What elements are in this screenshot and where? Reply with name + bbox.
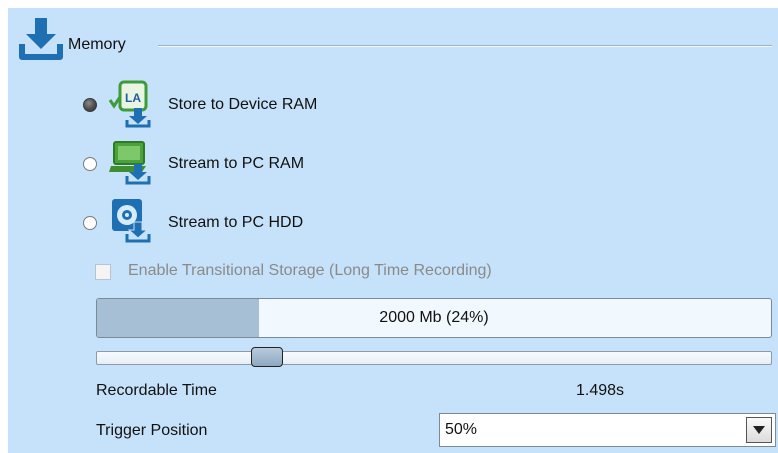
memory-slider-thumb[interactable] — [250, 347, 283, 367]
recordable-time-label: Recordable Time — [96, 382, 217, 399]
section-divider — [158, 45, 772, 47]
memory-panel: Memory LA Store to Device RAM Stream to … — [8, 8, 778, 453]
la-badge-text: LA — [125, 91, 141, 105]
transitional-storage-checkbox[interactable] — [95, 264, 111, 280]
memory-usage-bar: 2000 Mb (24%) — [96, 298, 772, 338]
dropdown-button[interactable] — [746, 417, 772, 443]
radio-store-device-ram[interactable] — [83, 98, 97, 112]
pc-hdd-download-icon — [108, 196, 152, 244]
recordable-time-value: 1.498s — [576, 382, 625, 399]
trigger-position-select[interactable]: 50% — [439, 413, 776, 447]
device-ram-download-icon: LA — [108, 78, 152, 128]
option-label-stream-pc-ram[interactable]: Stream to PC RAM — [168, 155, 304, 173]
pc-ram-download-icon — [108, 138, 152, 186]
section-title: Memory — [68, 36, 126, 53]
option-label-stream-pc-hdd[interactable]: Stream to PC HDD — [168, 214, 303, 232]
radio-stream-pc-hdd[interactable] — [83, 216, 97, 230]
trigger-position-label: Trigger Position — [96, 422, 208, 439]
memory-usage-text: 2000 Mb (24%) — [379, 309, 489, 326]
memory-slider-track[interactable] — [96, 351, 772, 365]
transitional-storage-label: Enable Transitional Storage (Long Time R… — [128, 262, 492, 279]
option-label-store-device-ram[interactable]: Store to Device RAM — [168, 96, 317, 114]
download-icon — [16, 14, 66, 64]
radio-stream-pc-ram[interactable] — [83, 157, 97, 171]
trigger-position-value: 50% — [445, 421, 478, 438]
chevron-down-icon — [753, 426, 765, 434]
